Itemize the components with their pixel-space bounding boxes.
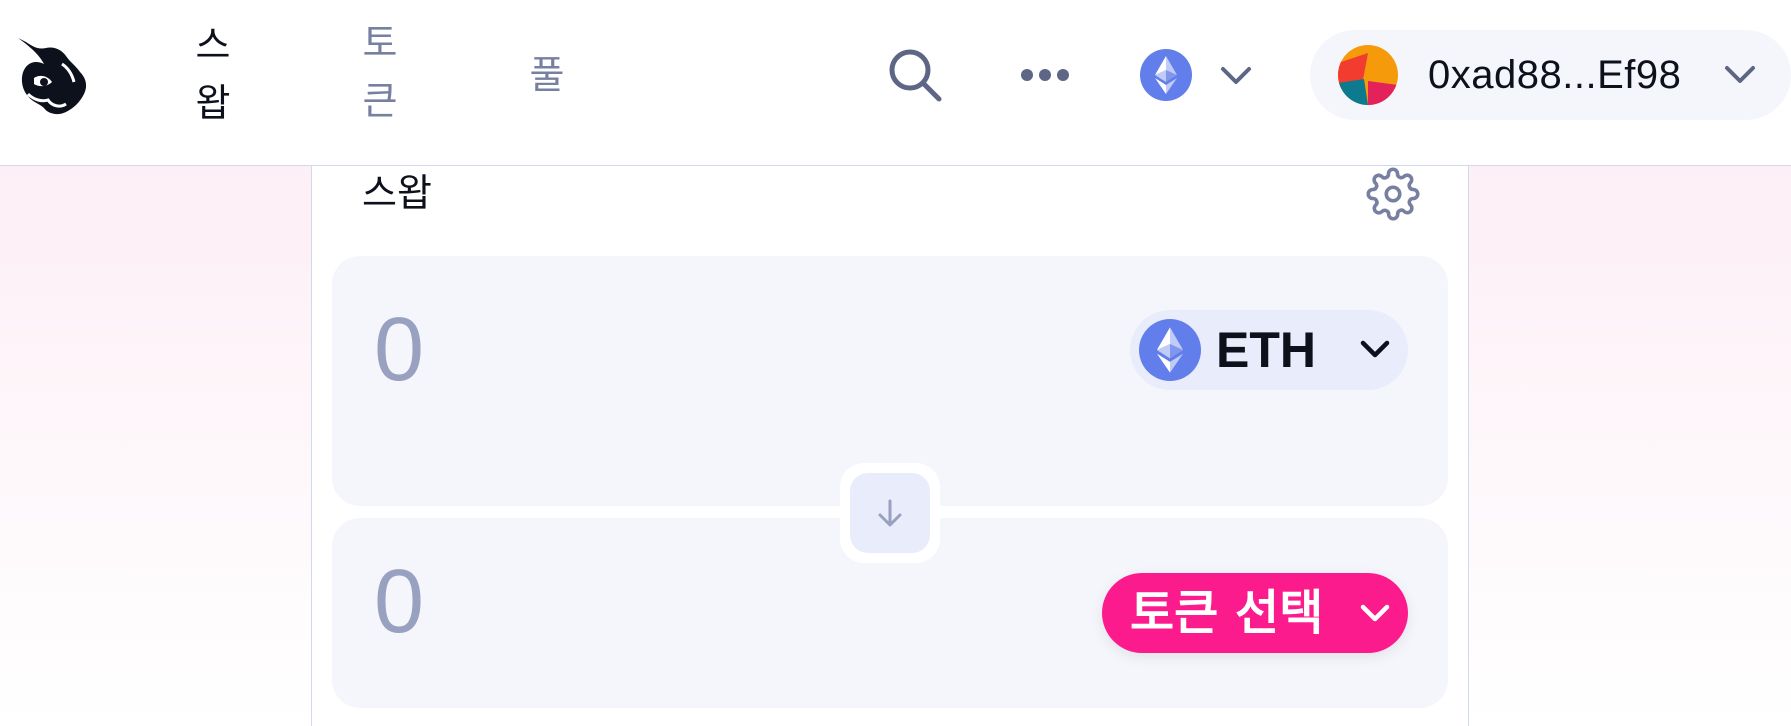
sell-token-selector[interactable]: ETH	[1130, 310, 1408, 390]
chevron-down-icon	[1725, 66, 1755, 83]
arrow-down-icon	[878, 499, 902, 527]
select-token-button[interactable]: 토큰 선택	[1102, 573, 1408, 653]
chevron-down-icon	[1360, 340, 1390, 358]
chevron-down-icon	[1360, 604, 1390, 622]
ethereum-icon	[1139, 319, 1201, 381]
more-icon	[1021, 69, 1069, 81]
switch-direction-button[interactable]	[840, 463, 940, 563]
settings-button[interactable]	[1366, 167, 1420, 221]
search-button[interactable]	[880, 40, 950, 110]
switch-direction-inner	[850, 473, 930, 553]
sell-amount-input[interactable]: 0	[374, 300, 424, 400]
network-selector[interactable]	[1136, 46, 1256, 104]
wallet-address: 0xad88...Ef98	[1428, 53, 1682, 97]
uniswap-logo-icon[interactable]	[14, 34, 88, 118]
nav-swap[interactable]: 스왑	[190, 16, 236, 132]
page-title: 스왑	[362, 171, 432, 215]
nav-pools[interactable]: 풀	[524, 46, 570, 104]
nav-tokens[interactable]: 토큰	[357, 14, 403, 130]
gear-icon	[1366, 167, 1420, 221]
ethereum-icon	[1140, 49, 1192, 101]
top-navbar: 스왑 토큰 풀 0xad88...Ef98	[0, 0, 1791, 166]
swap-panel: 스왑 0 ETH 0 토큰 선택	[311, 166, 1469, 726]
buy-amount-input[interactable]: 0	[374, 552, 424, 652]
more-button[interactable]	[1015, 50, 1075, 100]
avatar	[1338, 45, 1398, 105]
search-icon	[889, 49, 942, 102]
wallet-button[interactable]: 0xad88...Ef98	[1310, 30, 1791, 120]
chevron-down-icon	[1221, 67, 1251, 84]
select-token-label: 토큰 선택	[1130, 585, 1324, 641]
sell-token-symbol: ETH	[1216, 322, 1316, 378]
